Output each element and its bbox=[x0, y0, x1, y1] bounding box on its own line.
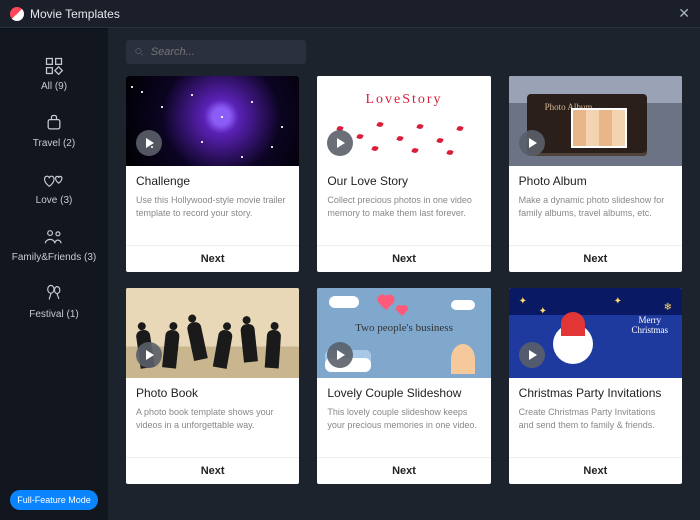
sidebar-item-all[interactable]: All (9) bbox=[0, 45, 108, 102]
balloons-icon bbox=[43, 283, 65, 305]
template-thumb bbox=[126, 288, 299, 378]
full-feature-mode-button[interactable]: Full-Feature Mode bbox=[10, 490, 98, 510]
play-icon[interactable] bbox=[519, 342, 545, 368]
search-box[interactable] bbox=[126, 40, 306, 64]
template-thumb bbox=[126, 76, 299, 166]
play-icon[interactable] bbox=[136, 342, 162, 368]
template-card-love-story: LoveStory Our Love Story Collect preciou… bbox=[317, 76, 490, 272]
search-input[interactable] bbox=[151, 46, 298, 58]
thumb-caption: Two people's business bbox=[317, 322, 490, 334]
template-desc: Create Christmas Party Invitations and s… bbox=[519, 406, 672, 432]
template-title: Our Love Story bbox=[327, 174, 480, 188]
play-icon[interactable] bbox=[136, 130, 162, 156]
window-title: Movie Templates bbox=[30, 7, 120, 21]
template-thumb: LoveStory bbox=[317, 76, 490, 166]
template-thumb: ✦✦ ✦❄ Merry Christmas bbox=[509, 288, 682, 378]
next-button[interactable]: Next bbox=[509, 245, 682, 272]
next-button[interactable]: Next bbox=[317, 245, 490, 272]
template-desc: Collect precious photos in one video mem… bbox=[327, 194, 480, 220]
next-button[interactable]: Next bbox=[126, 245, 299, 272]
grid-icon bbox=[43, 55, 65, 77]
sidebar-item-label: Family&Friends (3) bbox=[12, 252, 96, 263]
sidebar-item-travel[interactable]: Travel (2) bbox=[0, 102, 108, 159]
template-card-xmas: ✦✦ ✦❄ Merry Christmas Christmas Party In… bbox=[509, 288, 682, 484]
app-logo-icon bbox=[10, 7, 24, 21]
template-desc: Use this Hollywood-style movie trailer t… bbox=[136, 194, 289, 220]
template-title: Challenge bbox=[136, 174, 289, 188]
sidebar-item-love[interactable]: Love (3) bbox=[0, 159, 108, 216]
template-grid: Challenge Use this Hollywood-style movie… bbox=[126, 76, 682, 484]
next-button[interactable]: Next bbox=[126, 457, 299, 484]
sidebar-item-label: Love (3) bbox=[36, 195, 73, 206]
play-icon[interactable] bbox=[519, 130, 545, 156]
suitcase-icon bbox=[43, 112, 65, 134]
template-title: Lovely Couple Slideshow bbox=[327, 386, 480, 400]
template-desc: This lovely couple slideshow keeps your … bbox=[327, 406, 480, 432]
next-button[interactable]: Next bbox=[509, 457, 682, 484]
template-card-challenge: Challenge Use this Hollywood-style movie… bbox=[126, 76, 299, 272]
next-button[interactable]: Next bbox=[317, 457, 490, 484]
search-icon bbox=[134, 46, 145, 58]
template-desc: Make a dynamic photo slideshow for famil… bbox=[519, 194, 672, 220]
hearts-icon bbox=[43, 169, 65, 191]
thumb-caption: Merry Christmas bbox=[631, 316, 668, 336]
sidebar-item-family[interactable]: Family&Friends (3) bbox=[0, 216, 108, 273]
people-icon bbox=[43, 226, 65, 248]
sidebar-item-festival[interactable]: Festival (1) bbox=[0, 273, 108, 330]
thumb-caption: LoveStory bbox=[317, 92, 490, 108]
main-area: Challenge Use this Hollywood-style movie… bbox=[108, 28, 700, 520]
close-icon[interactable]: ✕ bbox=[678, 5, 690, 22]
play-icon[interactable] bbox=[327, 130, 353, 156]
template-title: Christmas Party Invitations bbox=[519, 386, 672, 400]
template-thumb: Two people's business bbox=[317, 288, 490, 378]
template-card-photo-book: Photo Book A photo book template shows y… bbox=[126, 288, 299, 484]
template-title: Photo Book bbox=[136, 386, 289, 400]
sidebar-item-label: Festival (1) bbox=[29, 309, 78, 320]
template-title: Photo Album bbox=[519, 174, 672, 188]
template-thumb: Photo Album bbox=[509, 76, 682, 166]
sidebar: All (9) Travel (2) Love (3) Family&Frien… bbox=[0, 28, 108, 520]
template-card-photo-album: Photo Album Photo Album Make a dynamic p… bbox=[509, 76, 682, 272]
titlebar: Movie Templates ✕ bbox=[0, 0, 700, 28]
template-desc: A photo book template shows your videos … bbox=[136, 406, 289, 432]
template-card-lovely-couple: Two people's business Lovely Couple Slid… bbox=[317, 288, 490, 484]
sidebar-item-label: Travel (2) bbox=[33, 138, 75, 149]
sidebar-item-label: All (9) bbox=[41, 81, 67, 92]
